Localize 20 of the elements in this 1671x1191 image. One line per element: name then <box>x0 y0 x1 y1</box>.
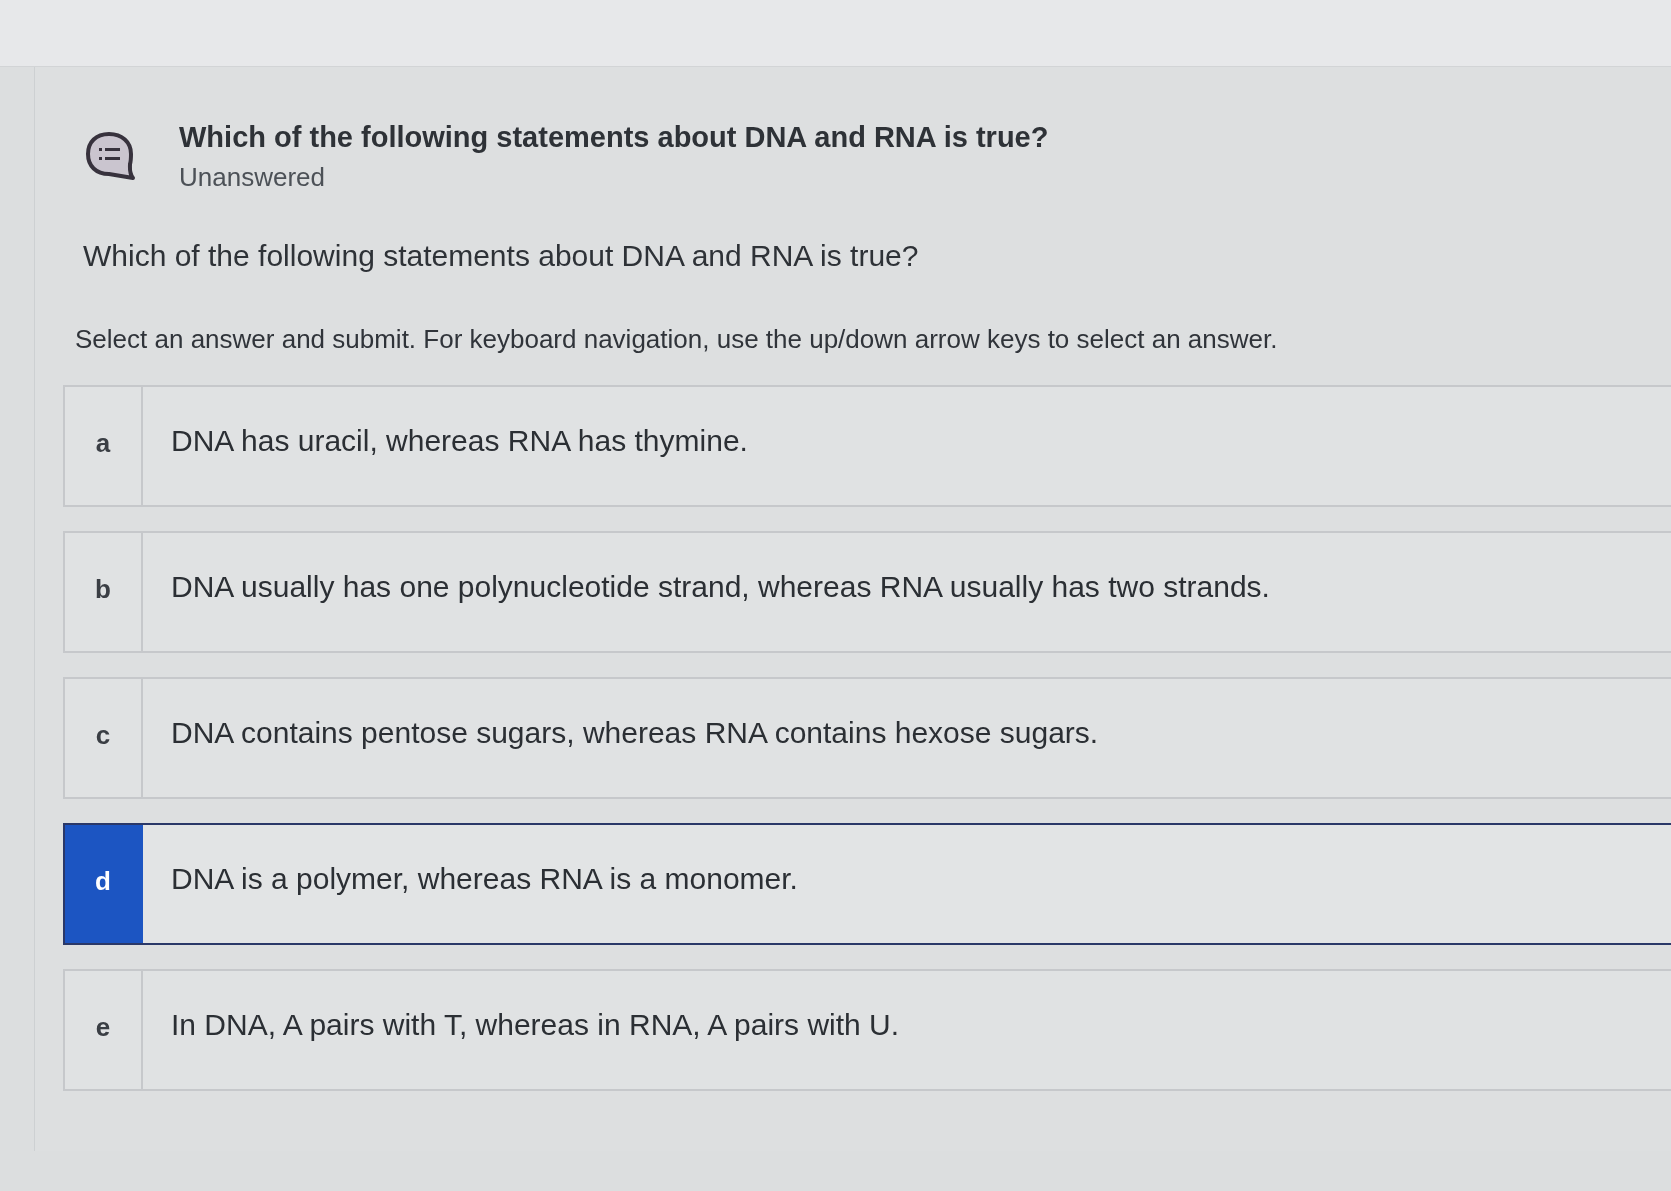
option-text: In DNA, A pairs with T, whereas in RNA, A pairs with U. <box>170 1007 900 1043</box>
question-text: Which of the following statements about DNA and RNA is true? <box>83 238 919 274</box>
option-letter: a <box>65 387 143 505</box>
answer-status: Unanswered <box>179 161 325 193</box>
answer-option[interactable]: b DNA usually has one polynucleotide strand, whereas RNA usually has two strands. <box>63 531 1671 653</box>
question-title: Which of the following statements about DNA and RNA is true? <box>179 120 1049 155</box>
speech-bubble-list-icon <box>85 131 137 181</box>
option-text: DNA is a polymer, whereas RNA is a monomer. <box>170 861 798 897</box>
answer-option[interactable]: a DNA has uracil, whereas RNA has thymine. <box>63 385 1671 507</box>
answer-option[interactable]: d DNA is a polymer, whereas RNA is a monomer. <box>63 823 1671 945</box>
instructions-text: Select an answer and submit. For keyboard navigation, use the up/down arrow keys to select an answer. <box>75 323 1278 355</box>
answer-option[interactable]: e In DNA, A pairs with T, whereas in RNA, A pairs with U. <box>63 969 1671 1091</box>
option-letter: d <box>65 825 143 943</box>
option-text: DNA has uracil, whereas RNA has thymine. <box>170 423 748 459</box>
option-letter: e <box>65 971 143 1089</box>
option-letter: c <box>65 679 143 797</box>
option-text: DNA usually has one polynucleotide strand, whereas RNA usually has two strands. <box>170 569 1270 605</box>
option-letter: b <box>65 533 143 651</box>
answer-option[interactable]: c DNA contains pentose sugars, whereas RNA contains hexose sugars. <box>63 677 1671 799</box>
option-text: DNA contains pentose sugars, whereas RNA contains hexose sugars. <box>170 715 1099 751</box>
